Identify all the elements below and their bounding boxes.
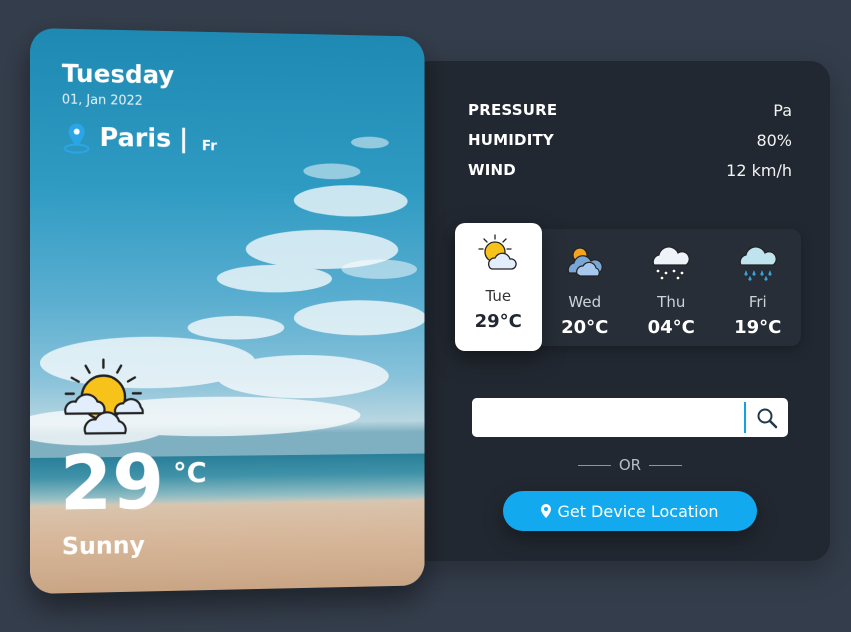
- forecast-day-thu[interactable]: Thu 04°C: [628, 229, 715, 346]
- stat-value: 80%: [756, 130, 792, 150]
- forecast-day-name: Wed: [568, 293, 602, 311]
- current-date: 01, Jan 2022: [61, 92, 143, 109]
- or-text: OR: [618, 456, 642, 474]
- get-location-button[interactable]: Get Device Location: [503, 491, 757, 531]
- stat-value: 12 km/h: [726, 160, 792, 180]
- weather-stats: PRESSURE Pa HUMIDITY 80% WIND 12 km/h: [468, 95, 792, 185]
- or-divider: OR: [570, 456, 690, 474]
- forecast-day-name: Thu: [657, 293, 686, 311]
- stat-row-humidity: HUMIDITY 80%: [468, 125, 792, 155]
- card-content: Tuesday 01, Jan 2022 Paris | Fr 29 °C Su…: [30, 28, 425, 594]
- info-panel: PRESSURE Pa HUMIDITY 80% WIND 12 km/h Tu…: [410, 61, 830, 561]
- location-pin-icon: [63, 124, 90, 154]
- search-icon: [757, 408, 778, 428]
- sun-behind-cloud-icon: [478, 234, 517, 270]
- current-weekday: Tuesday: [61, 58, 175, 90]
- forecast-list: Tue 29°C Wed 20°C Thu 04°C Fri 19°C: [455, 223, 802, 351]
- weather-card: Tuesday 01, Jan 2022 Paris | Fr 29 °C Su…: [30, 28, 425, 594]
- forecast-day-name: Fri: [748, 293, 767, 311]
- temperature-unit: °C: [173, 455, 207, 489]
- sun-behind-cloud-icon: [60, 358, 151, 440]
- location-pin-icon: [541, 504, 552, 518]
- stat-row-wind: WIND 12 km/h: [468, 155, 792, 185]
- forecast-day-tue[interactable]: Tue 29°C: [455, 223, 542, 351]
- stat-value: Pa: [773, 100, 792, 120]
- stat-label: HUMIDITY: [468, 131, 554, 149]
- weather-description: Sunny: [61, 531, 145, 561]
- search-button[interactable]: [746, 398, 788, 437]
- city-separator: |: [179, 124, 189, 154]
- forecast-day-temp: 19°C: [734, 317, 782, 338]
- forecast-day-temp: 29°C: [474, 311, 522, 332]
- forecast-day-temp: 04°C: [647, 317, 695, 338]
- stat-label: WIND: [468, 161, 516, 179]
- city-name: Paris: [99, 123, 172, 154]
- city-search-input[interactable]: [472, 398, 744, 437]
- rain-cloud-icon: [739, 246, 777, 281]
- or-line-left: [578, 464, 611, 466]
- forecast-day-fri[interactable]: Fri 19°C: [715, 229, 802, 346]
- snow-cloud-icon: [653, 246, 691, 281]
- cloudy-sun-icon: [567, 247, 603, 277]
- get-location-label: Get Device Location: [557, 501, 719, 521]
- location-row: Paris | Fr: [62, 121, 217, 155]
- stat-label: PRESSURE: [468, 101, 558, 119]
- forecast-day-wed[interactable]: Wed 20°C: [542, 229, 629, 346]
- current-temperature: 29: [59, 437, 165, 528]
- forecast-day-name: Tue: [485, 287, 512, 305]
- stat-row-pressure: PRESSURE Pa: [468, 95, 792, 125]
- country-code: Fr: [201, 138, 217, 155]
- or-line-right: [649, 464, 682, 466]
- city-search-box: [472, 398, 788, 437]
- forecast-day-temp: 20°C: [561, 317, 609, 338]
